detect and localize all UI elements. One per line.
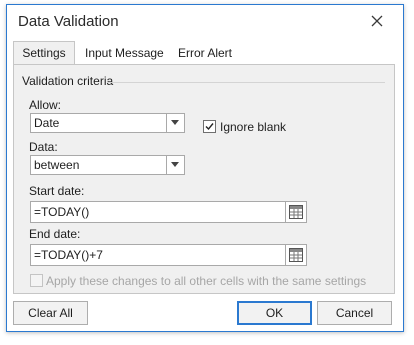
legend-divider [107, 82, 385, 83]
cell-reference-icon [289, 248, 303, 262]
allow-select-value: Date [34, 116, 60, 130]
close-icon [371, 15, 383, 27]
clear-all-button[interactable]: Clear All [13, 301, 88, 325]
ok-button[interactable]: OK [237, 301, 312, 325]
apply-to-all-checkbox[interactable] [30, 274, 43, 287]
data-label: Data: [29, 140, 58, 154]
end-date-value: =TODAY()+7 [34, 248, 103, 262]
validation-criteria-legend: Validation criteria [22, 74, 114, 88]
data-dropdown-button[interactable] [166, 156, 184, 174]
chevron-down-icon [171, 162, 179, 167]
dialog-title: Data Validation [18, 13, 119, 30]
start-date-cell-reference-button[interactable] [285, 201, 307, 223]
data-select-value: between [34, 158, 80, 172]
allow-select[interactable]: Date [30, 113, 185, 133]
apply-to-all-label: Apply these changes to all other cells w… [46, 274, 367, 288]
title-bar: Data Validation [7, 5, 403, 37]
ignore-blank-checkbox[interactable] [203, 120, 216, 133]
data-select[interactable]: between [30, 155, 185, 175]
settings-panel: Validation criteria Allow: Date Ignore b… [13, 64, 395, 294]
tab-error-alert[interactable]: Error Alert [178, 43, 232, 64]
start-date-value: =TODAY() [34, 205, 90, 219]
tab-settings[interactable]: Settings [13, 41, 75, 64]
cancel-button[interactable]: Cancel [317, 301, 392, 325]
check-icon [205, 123, 214, 131]
start-date-label: Start date: [29, 184, 85, 198]
chevron-down-icon [171, 120, 179, 125]
end-date-input[interactable]: =TODAY()+7 [30, 244, 286, 266]
ignore-blank-label[interactable]: Ignore blank [220, 120, 286, 134]
close-button[interactable] [363, 9, 391, 33]
end-date-cell-reference-button[interactable] [285, 244, 307, 266]
cell-reference-icon [289, 205, 303, 219]
allow-dropdown-button[interactable] [166, 114, 184, 132]
start-date-input[interactable]: =TODAY() [30, 201, 286, 223]
data-validation-dialog: Data Validation Settings Input Message E… [6, 4, 404, 332]
tab-strip: Settings Input Message Error Alert [7, 41, 403, 65]
tab-input-message[interactable]: Input Message [85, 43, 164, 64]
allow-label: Allow: [29, 98, 62, 112]
end-date-label: End date: [29, 227, 81, 241]
